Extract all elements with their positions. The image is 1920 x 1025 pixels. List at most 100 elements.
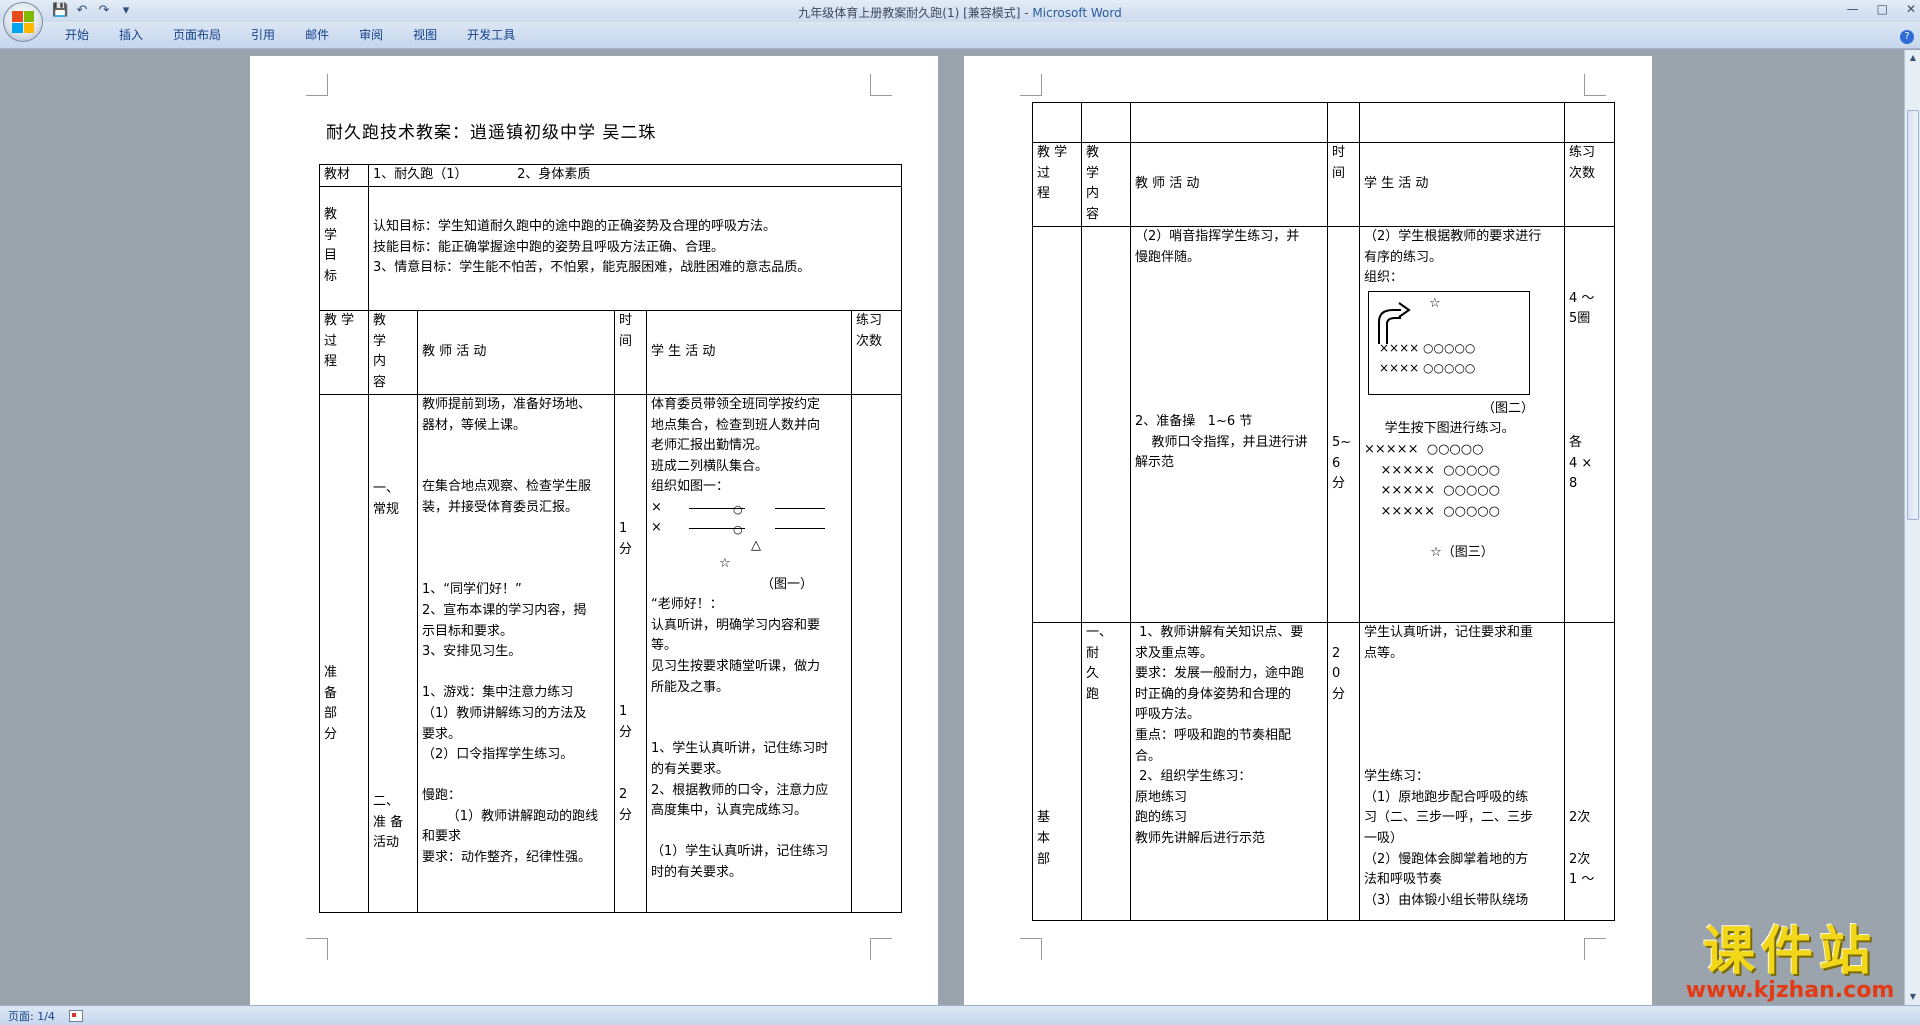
student-line: 见习生按要求随堂听课，做力 [651, 658, 821, 674]
tab-view[interactable]: 视图 [398, 22, 452, 49]
student-line: ××××× ○○○○○ [1364, 483, 1500, 499]
header-student: 学 生 活 动 [1359, 142, 1565, 227]
time-cell: 2 0 分 [1327, 622, 1360, 921]
tab-page-layout[interactable]: 页面布局 [158, 22, 236, 49]
practice-cell [851, 394, 902, 913]
maximize-icon[interactable]: □ [1877, 2, 1888, 16]
close-icon[interactable]: ✕ [1906, 2, 1916, 16]
office-logo-icon [12, 11, 34, 33]
student-line: （2）学生根据教师的要求进行 [1364, 229, 1542, 244]
office-button[interactable] [3, 2, 43, 42]
table-row [1032, 102, 1615, 143]
lesson-table-page-1: 教材 1、耐久跑（1） 2、身体素质 教 学 目 标 认知目标：学生知道耐久跑中… [319, 164, 902, 913]
teacher-line: 教师提前到场，准备好场地、 [422, 397, 592, 412]
time-cell: 5~ 6 分 [1327, 226, 1360, 623]
customize-icon[interactable]: ▾ [118, 3, 134, 19]
scroll-down-icon[interactable]: ▼ [1907, 991, 1919, 1003]
teacher-line: 在集合地点观察、检查学生服 [422, 479, 592, 495]
teacher-line: 教师口令指挥，并且进行讲 [1135, 434, 1308, 450]
minimize-icon[interactable]: — [1847, 2, 1859, 16]
student-line: 老师汇报出勤情况。 [651, 438, 769, 454]
student-line: 高度集中，认真完成练习。 [651, 803, 808, 819]
teacher-line: 要求：发展一般耐力，途中跑 [1135, 666, 1305, 682]
table-row: 准 备 部 分 一、 常规 二、 准 备 活动 教师提前到场，准备好场地、 器材… [319, 394, 902, 913]
material-content: 1、耐久跑（1） 2、身体素质 [368, 164, 902, 187]
redo-icon[interactable]: ↷ [96, 3, 112, 19]
tab-review[interactable]: 审阅 [344, 22, 398, 49]
document-workspace: 耐久跑技术教案：逍遥镇初级中学 吴二珠 教材 1、耐久跑（1） 2、身体素质 教… [0, 50, 1904, 1005]
student-line: ××××× ○○○○○ [1364, 441, 1484, 457]
student-activities: 学生认真听讲，记住要求和重 点等。 学生练习： （1）原地跑步配合呼吸的练 习（… [1359, 622, 1565, 921]
student-line: 学生练习： [1364, 769, 1430, 785]
tab-home[interactable]: 开始 [50, 22, 104, 49]
scroll-up-icon[interactable]: ▲ [1907, 52, 1919, 64]
student-line: 班成二列横队集合。 [651, 458, 769, 474]
page-count[interactable]: 页面: 1/4 [8, 1008, 55, 1024]
header-time: 时 间 [614, 310, 647, 395]
student-line: 地点集合，检查到班人数并向 [651, 417, 821, 433]
teacher-line: 要求：动作整齐，纪律性强。 [422, 850, 592, 866]
teacher-line: 时正确的身体姿势和合理的 [1135, 686, 1292, 702]
tab-references[interactable]: 引用 [236, 22, 290, 49]
teacher-line: （2）口令指挥学生练习。 [422, 747, 574, 763]
practice-cell: 2次 2次 1 ～ [1564, 622, 1615, 921]
fig2-caption: （图二） [1482, 400, 1535, 416]
student-line: 1、学生认真听讲，记住练习时 [651, 741, 829, 757]
header-process: 教 学 过 程 [1032, 142, 1082, 227]
tab-mailings[interactable]: 邮件 [290, 22, 344, 49]
teacher-line: 器材，等候上课。 [422, 417, 527, 433]
student-line: 组织： [1364, 270, 1404, 286]
table-row: 教材 1、耐久跑（1） 2、身体素质 [319, 164, 902, 187]
process-basic: 基 本 部 [1032, 622, 1082, 921]
crop-mark [870, 938, 892, 960]
student-line: 一吸） [1364, 830, 1404, 846]
student-activities: （2）学生根据教师的要求进行 有序的练习。 组织： ☆ ×××× ○○○○○ ×… [1359, 226, 1565, 623]
time-jog: 2 分 [619, 787, 633, 823]
tab-developer[interactable]: 开发工具 [452, 22, 530, 49]
teacher-line: 1、教师讲解有关知识点、要 [1135, 625, 1304, 640]
student-line: 的有关要求。 [651, 761, 730, 777]
app-name: Microsoft Word [1032, 6, 1122, 20]
circle-marker-icon: ○ [733, 522, 743, 536]
crop-mark [306, 74, 328, 96]
window-controls: — □ ✕ [1847, 2, 1916, 16]
student-line: 习（二、三步一呼，二、三步 [1364, 810, 1534, 826]
student-line: 等。 [651, 638, 678, 654]
teacher-line: 原地练习 [1135, 789, 1188, 805]
student-line: （1）学生认真听讲，记住练习 [651, 844, 829, 860]
header-teacher: 教 师 活 动 [1130, 142, 1328, 227]
header-practice: 练习 次数 [851, 310, 902, 395]
time-warmup: 1 分 [619, 704, 633, 740]
student-line: 组织如图一： [651, 479, 730, 495]
vertical-scrollbar[interactable]: ▲ ▼ [1904, 50, 1920, 1005]
teacher-line: 解示范 [1135, 455, 1175, 471]
teacher-line: 慢跑伴随。 [1135, 249, 1201, 265]
teacher-line: 2、宣布本课的学习内容，揭 [422, 602, 587, 618]
undo-icon[interactable]: ↶ [74, 3, 90, 19]
teacher-line: 1、“同学们好！” [422, 582, 522, 598]
fig2-row-1: ×××× ○○○○○ [1379, 340, 1476, 355]
watermark-main: 课件站 [1702, 921, 1877, 982]
teacher-line: 慢跑： [422, 788, 462, 804]
scrollbar-thumb[interactable] [1907, 110, 1919, 520]
help-icon[interactable]: ? [1900, 30, 1914, 44]
table-header-row: 教 学 过 程 教 学 内 容 教 师 活 动 时 间 学 生 活 动 练习 次… [1032, 142, 1615, 227]
student-line: 法和呼吸节奏 [1364, 872, 1443, 888]
student-line: 学生按下图进行练习。 [1364, 421, 1515, 437]
macro-record-icon[interactable] [68, 1009, 83, 1022]
teacher-line: 2、组织学生练习： [1135, 769, 1252, 785]
teacher-line: 2、准备操 1~6 节 [1135, 414, 1253, 430]
tab-insert[interactable]: 插入 [104, 22, 158, 49]
teacher-line: 3、安排见习生。 [422, 644, 522, 660]
student-line: 学生认真听讲，记住要求和重 [1364, 625, 1534, 640]
ribbon-tabs: 开始 插入 页面布局 引用 邮件 审阅 视图 开发工具 [0, 22, 1920, 49]
crop-mark [1020, 74, 1042, 96]
save-icon[interactable]: 💾 [52, 3, 68, 19]
watermark-url: www.kjzhan.com [1685, 978, 1895, 1003]
header-teacher: 教 师 活 动 [417, 310, 615, 395]
student-activities: 体育委员带领全班同学按约定 地点集合，检查到班人数并向 老师汇报出勤情况。 班成… [646, 394, 852, 913]
teacher-line: 装，并接受体育委员汇报。 [422, 499, 579, 515]
fig2-row-2: ×××× ○○○○○ [1379, 360, 1476, 375]
page-title: 耐久跑技术教案：逍遥镇初级中学 吴二珠 [326, 123, 657, 143]
goal-content: 认知目标：学生知道耐久跑中的途中跑的正确姿势及合理的呼吸方法。 技能目标：能正确… [368, 186, 902, 311]
